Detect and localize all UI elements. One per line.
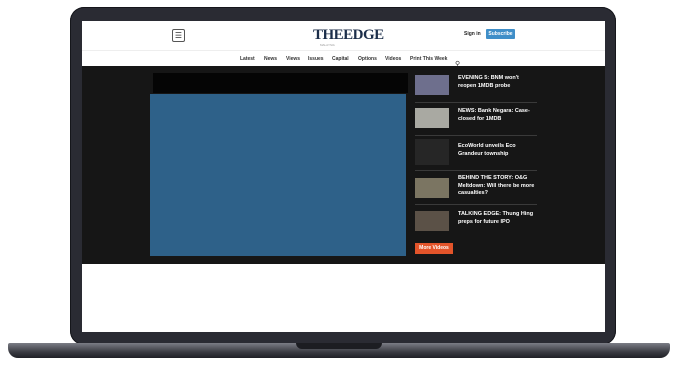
divider xyxy=(415,170,537,171)
divider xyxy=(415,135,537,136)
more-videos-button[interactable]: More Videos xyxy=(415,243,453,254)
video-thumbnail[interactable] xyxy=(415,108,449,128)
video-title[interactable]: TALKING EDGE: Thung Hing preps for futur… xyxy=(458,211,538,226)
laptop-screen: ☰ THEEDGE MALAYSIA Sign in Subscribe Lat… xyxy=(82,21,605,332)
nav-item-news[interactable]: News xyxy=(264,56,277,62)
video-title[interactable]: EcoWorld unveils Eco Grandeur township xyxy=(458,143,538,158)
site-logo[interactable]: THEEDGE xyxy=(313,27,384,44)
divider xyxy=(415,204,537,205)
video-title[interactable]: NEWS: Bank Negara: Case-closed for 1MDB xyxy=(458,108,538,123)
video-title[interactable]: BEHIND THE STORY: O&G Meltdown: Will the… xyxy=(458,175,538,198)
video-section: EVENING 5: BNM won't reopen 1MDB probe N… xyxy=(82,66,605,264)
nav-item-issues[interactable]: Issues xyxy=(308,56,324,62)
laptop-notch xyxy=(296,343,382,349)
sign-in-link[interactable]: Sign in xyxy=(464,31,481,37)
divider xyxy=(415,102,537,103)
nav-item-capital[interactable]: Capital xyxy=(332,56,349,62)
hamburger-icon[interactable]: ☰ xyxy=(172,29,185,42)
nav-item-views[interactable]: Views xyxy=(286,56,300,62)
video-player-header xyxy=(153,73,408,93)
nav-item-options[interactable]: Options xyxy=(358,56,377,62)
logo-subtitle: MALAYSIA xyxy=(320,43,335,47)
nav-item-print-this-week[interactable]: Print This Week xyxy=(410,56,447,62)
nav-item-videos[interactable]: Videos xyxy=(385,56,401,62)
top-bar: ☰ THEEDGE MALAYSIA Sign in Subscribe xyxy=(82,21,605,50)
video-thumbnail[interactable] xyxy=(415,178,449,198)
video-title[interactable]: EVENING 5: BNM won't reopen 1MDB probe xyxy=(458,75,538,90)
subscribe-button[interactable]: Subscribe xyxy=(486,29,515,39)
nav-item-latest[interactable]: Latest xyxy=(240,56,255,62)
video-player[interactable] xyxy=(150,94,406,256)
video-thumbnail[interactable] xyxy=(415,139,449,165)
main-nav: Latest News Views Issues Capital Options… xyxy=(82,50,605,68)
video-thumbnail[interactable] xyxy=(415,75,449,95)
video-thumbnail[interactable] xyxy=(415,211,449,231)
